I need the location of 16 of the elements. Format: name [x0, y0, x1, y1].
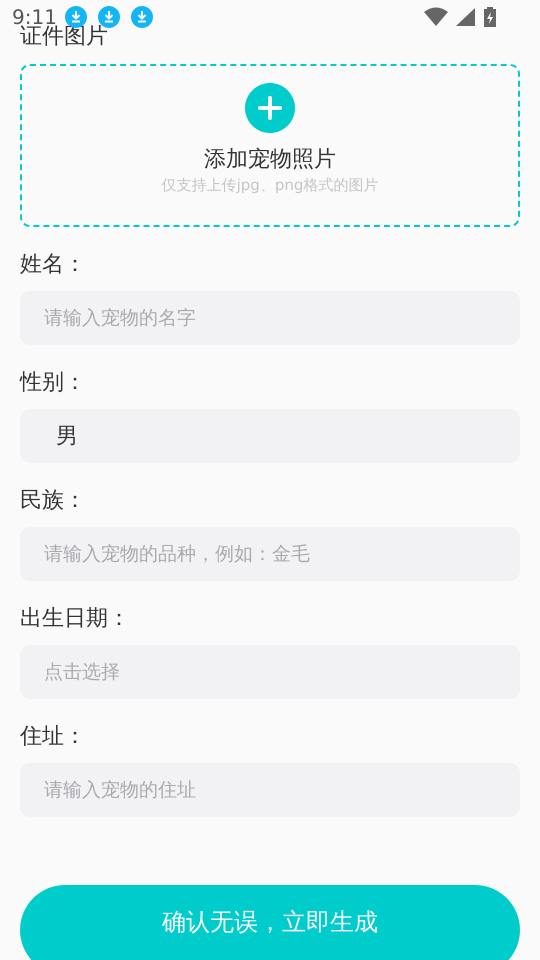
wifi-icon	[424, 7, 448, 27]
add-icon	[245, 83, 295, 133]
upload-label: 添加宠物照片	[204, 146, 336, 174]
input-field[interactable]: 男	[20, 409, 520, 463]
download-icon	[130, 6, 153, 28]
field-label: 姓名：	[20, 251, 87, 279]
field-label: 性别：	[20, 369, 87, 397]
input-field[interactable]: 请输入宠物的名字	[20, 291, 520, 345]
signal-icon	[456, 7, 476, 27]
input-field[interactable]: 请输入宠物的品种，例如：金毛	[20, 527, 520, 581]
input-field[interactable]: 点击选择	[20, 645, 520, 699]
battery-icon	[484, 7, 496, 27]
field-label: 住址：	[20, 723, 87, 751]
field-label: 出生日期：	[20, 605, 131, 633]
input-field[interactable]: 请输入宠物的住址	[20, 763, 520, 817]
field-label: 民族：	[20, 487, 87, 515]
